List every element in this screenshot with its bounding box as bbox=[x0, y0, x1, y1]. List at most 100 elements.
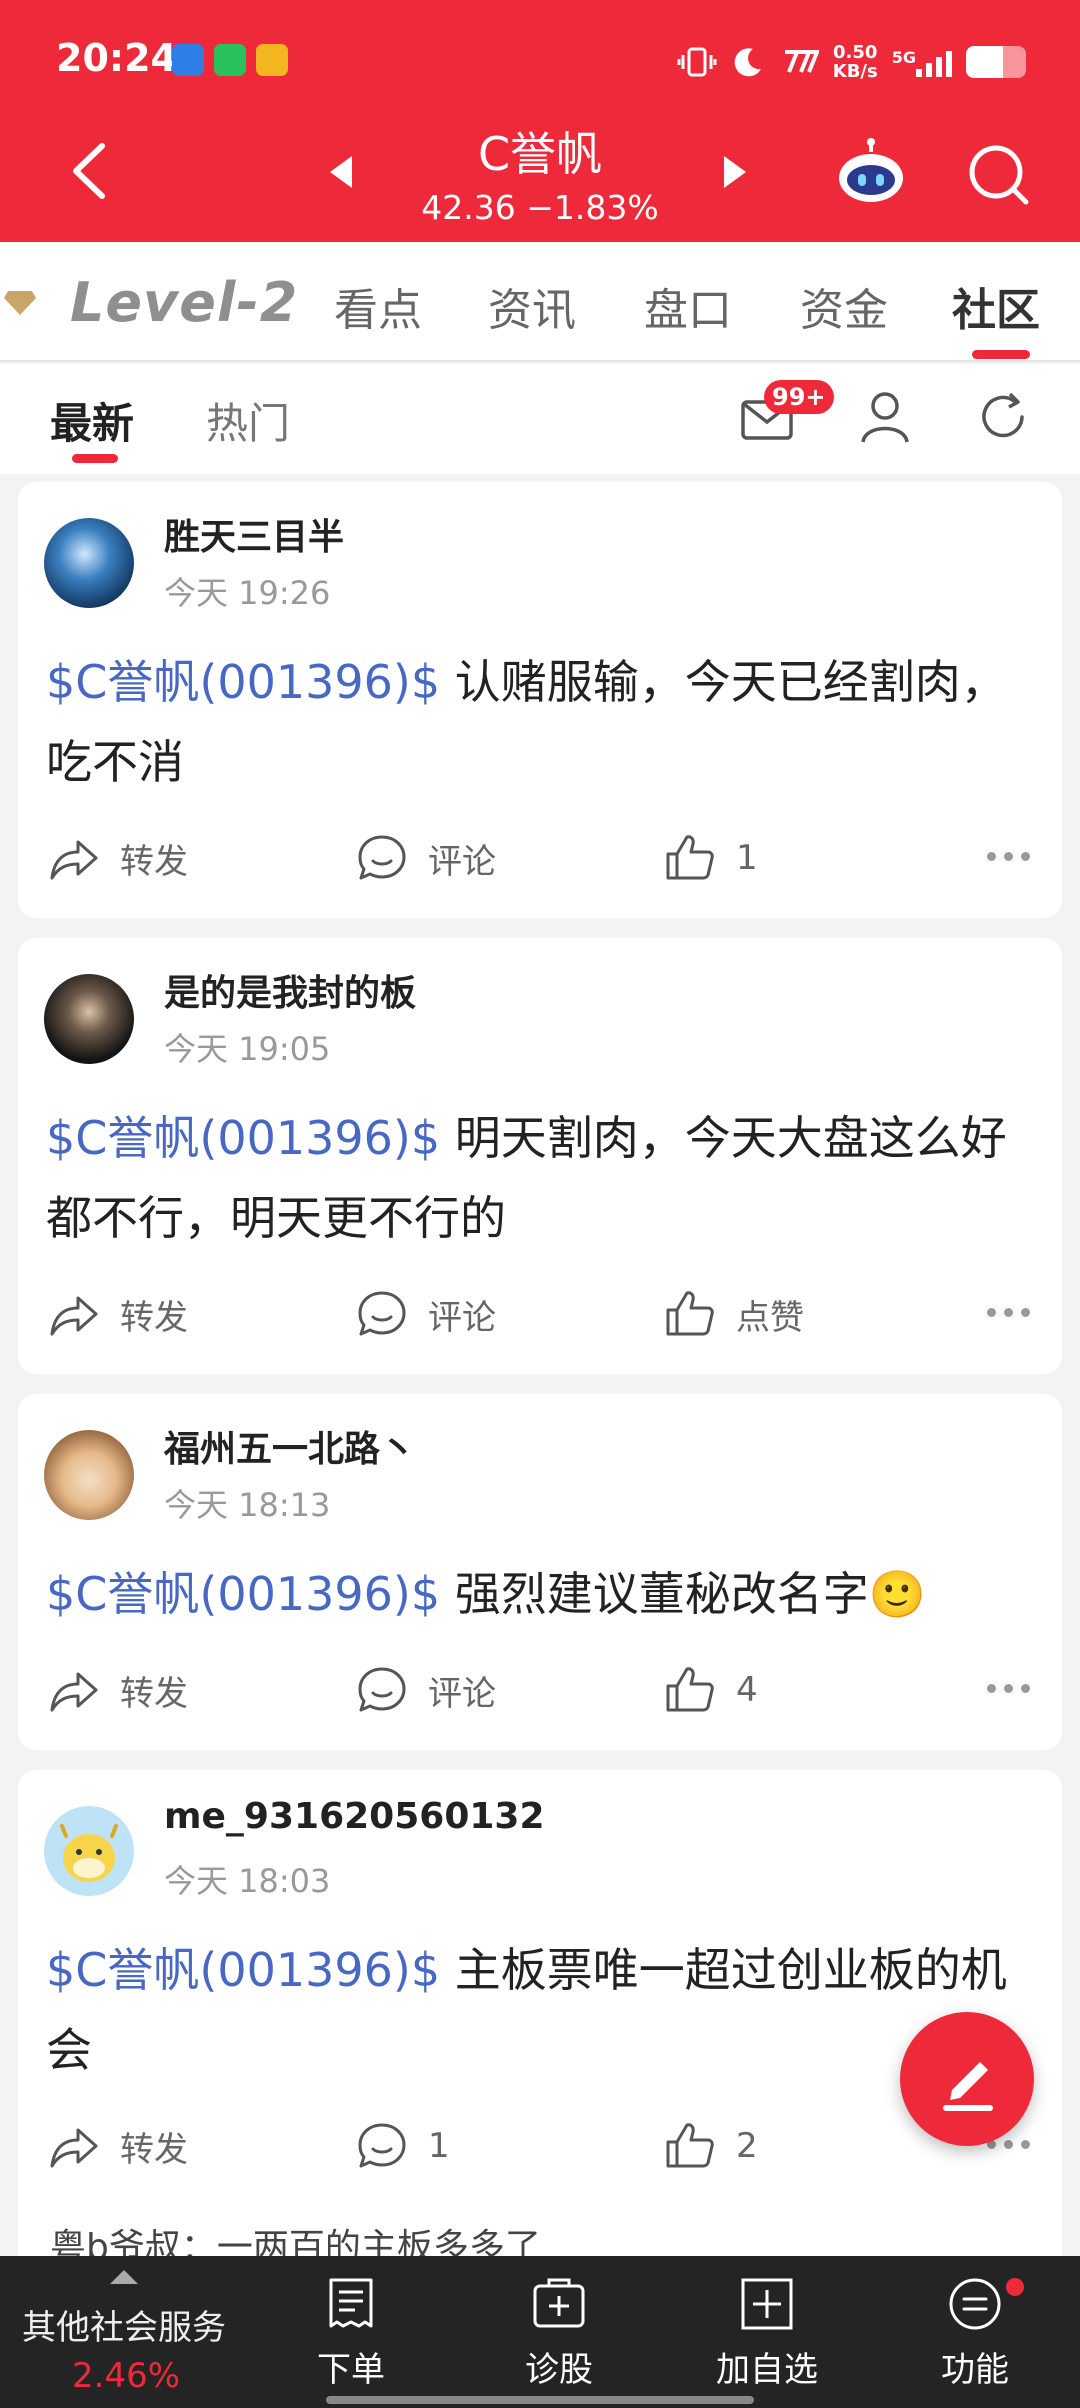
battery-icon bbox=[966, 46, 1026, 78]
stock-quote: 42.36 −1.83% bbox=[421, 188, 659, 227]
diagnose-button[interactable]: 诊股 bbox=[484, 2270, 634, 2391]
prev-stock-icon[interactable] bbox=[330, 156, 352, 188]
comment-count: 1 bbox=[428, 2126, 450, 2166]
vibrate-icon bbox=[677, 47, 717, 77]
comment-label: 评论 bbox=[428, 1673, 496, 1714]
sector-name: 其他社会服务 bbox=[22, 2308, 226, 2348]
like-button[interactable]: 2 bbox=[664, 2116, 758, 2176]
post-username[interactable]: 福州五一北路丶 bbox=[164, 1420, 416, 1472]
refresh-icon[interactable] bbox=[976, 390, 1030, 444]
like-button[interactable]: 1 bbox=[664, 828, 758, 888]
sector-change: 2.46% bbox=[72, 2356, 181, 2396]
post-time: 今天 18:13 bbox=[164, 1486, 331, 1524]
user-icon[interactable] bbox=[860, 390, 910, 444]
add-watchlist-button[interactable]: 加自选 bbox=[692, 2270, 842, 2391]
forward-button[interactable]: 转发 bbox=[48, 2116, 188, 2176]
tab-kandian[interactable]: 看点 bbox=[334, 274, 422, 338]
thumbs-up-icon bbox=[666, 1667, 714, 1712]
level2-tab[interactable]: Level-2 bbox=[0, 271, 298, 334]
forward-button[interactable]: 转发 bbox=[48, 1284, 188, 1344]
forward-label: 转发 bbox=[120, 1673, 188, 1714]
comment-button[interactable]: 评论 bbox=[356, 1660, 496, 1720]
post-actions: 转发 评论 4 bbox=[18, 1660, 1062, 1720]
like-count: 4 bbox=[736, 1670, 758, 1710]
post-card[interactable]: 是的是我封的板 今天 19:05 $C誉帆(001396)$ 明天割肉，今天大盘… bbox=[18, 938, 1062, 1374]
home-indicator[interactable] bbox=[326, 2396, 754, 2404]
back-arrow-icon[interactable] bbox=[62, 140, 114, 202]
more-options-icon[interactable] bbox=[987, 1308, 1030, 1317]
compose-post-button[interactable] bbox=[900, 2012, 1034, 2146]
add-square-icon bbox=[741, 2278, 793, 2330]
post-text[interactable]: $C誉帆(001396)$ 主板票唯一超过创业板的机会 bbox=[46, 1930, 1036, 2090]
forward-button[interactable]: 转发 bbox=[48, 1660, 188, 1720]
net-speed-unit: KB/s bbox=[832, 61, 878, 82]
sector-info[interactable]: 其他社会服务 2.46% bbox=[0, 2256, 250, 2408]
comment-button[interactable]: 1 bbox=[356, 2116, 450, 2176]
post-username[interactable]: me_931620560132 bbox=[164, 1796, 545, 1837]
tab-shequ[interactable]: 社区 bbox=[952, 274, 1040, 338]
like-button[interactable]: 4 bbox=[664, 1660, 758, 1720]
post-actions: 转发 评论 1 bbox=[18, 828, 1062, 888]
functions-label: 功能 bbox=[941, 2350, 1009, 2390]
like-button[interactable]: 点赞 bbox=[664, 1284, 804, 1344]
forward-icon bbox=[50, 1296, 98, 1336]
comment-button[interactable]: 评论 bbox=[356, 828, 496, 888]
status-bar: 20:24 0.50 KB/s 5G bbox=[0, 0, 1080, 120]
subtab-latest[interactable]: 最新 bbox=[50, 390, 134, 451]
caret-up-icon bbox=[110, 2270, 138, 2284]
sub-tab-bar: 最新 热门 99+ bbox=[0, 364, 1080, 474]
tab-zixun[interactable]: 资讯 bbox=[488, 274, 576, 338]
comment-icon bbox=[358, 835, 406, 880]
thumbs-up-icon bbox=[666, 835, 714, 880]
comment-label: 评论 bbox=[428, 841, 496, 882]
comment-icon bbox=[358, 1291, 406, 1336]
active-tab-indicator bbox=[972, 350, 1030, 359]
order-button[interactable]: 下单 bbox=[276, 2270, 426, 2391]
post-text[interactable]: $C誉帆(001396)$ 明天割肉，今天大盘这么好都不行，明天更不行的 bbox=[46, 1098, 1036, 1258]
stock-tag-link[interactable]: $C誉帆(001396)$ bbox=[46, 1111, 440, 1165]
post-text[interactable]: $C誉帆(001396)$ 强烈建议董秘改名字🙂 bbox=[46, 1554, 1036, 1634]
cell-signal: 5G bbox=[892, 47, 952, 77]
order-icon bbox=[329, 2278, 373, 2328]
status-time: 20:24 bbox=[56, 36, 177, 80]
forward-icon bbox=[50, 1672, 98, 1712]
stock-tag-link[interactable]: $C誉帆(001396)$ bbox=[46, 655, 440, 709]
tab-zijin[interactable]: 资金 bbox=[800, 274, 888, 338]
bottom-bar: 其他社会服务 2.46% 下单 诊股 加自选 功能 bbox=[0, 2256, 1080, 2408]
avatar[interactable] bbox=[44, 518, 134, 608]
post-card[interactable]: 胜天三目半 今天 19:26 $C誉帆(001396)$ 认赌服输，今天已经割肉… bbox=[18, 482, 1062, 918]
notification-dot bbox=[1006, 2278, 1024, 2296]
avatar[interactable] bbox=[44, 1806, 134, 1896]
post-username[interactable]: 是的是我封的板 bbox=[164, 964, 416, 1016]
avatar[interactable] bbox=[44, 974, 134, 1064]
diagnose-label: 诊股 bbox=[525, 2350, 593, 2390]
functions-button[interactable]: 功能 bbox=[900, 2270, 1050, 2391]
post-time: 今天 19:26 bbox=[164, 574, 331, 612]
tab-pankou[interactable]: 盘口 bbox=[644, 274, 732, 338]
wechat-icon bbox=[214, 44, 246, 76]
more-options-icon[interactable] bbox=[987, 1684, 1030, 1693]
stock-tag-link[interactable]: $C誉帆(001396)$ bbox=[46, 1943, 440, 1997]
stock-title: C誉帆 bbox=[477, 127, 603, 181]
avatar[interactable] bbox=[44, 1430, 134, 1520]
signal-bars-icon bbox=[916, 47, 952, 77]
post-card[interactable]: 福州五一北路丶 今天 18:13 $C誉帆(001396)$ 强烈建议董秘改名字… bbox=[18, 1394, 1062, 1750]
forward-button[interactable]: 转发 bbox=[48, 828, 188, 888]
post-time: 今天 19:05 bbox=[164, 1030, 331, 1068]
comment-label: 评论 bbox=[428, 1297, 496, 1338]
order-label: 下单 bbox=[317, 2350, 385, 2390]
search-icon[interactable] bbox=[966, 142, 1032, 208]
stock-tag-link[interactable]: $C誉帆(001396)$ bbox=[46, 1567, 440, 1621]
thumbs-up-icon bbox=[666, 1291, 714, 1336]
diagnose-icon bbox=[533, 2278, 585, 2328]
post-username[interactable]: 胜天三目半 bbox=[164, 508, 344, 560]
post-text[interactable]: $C誉帆(001396)$ 认赌服输，今天已经割肉，吃不消 bbox=[46, 642, 1036, 802]
comment-button[interactable]: 评论 bbox=[356, 1284, 496, 1344]
comment-icon bbox=[358, 1667, 406, 1712]
like-count: 1 bbox=[736, 838, 758, 878]
forward-label: 转发 bbox=[120, 841, 188, 882]
next-stock-icon[interactable] bbox=[724, 156, 746, 188]
robot-assistant-icon[interactable] bbox=[836, 138, 906, 208]
subtab-hot[interactable]: 热门 bbox=[206, 390, 290, 451]
more-options-icon[interactable] bbox=[987, 852, 1030, 861]
